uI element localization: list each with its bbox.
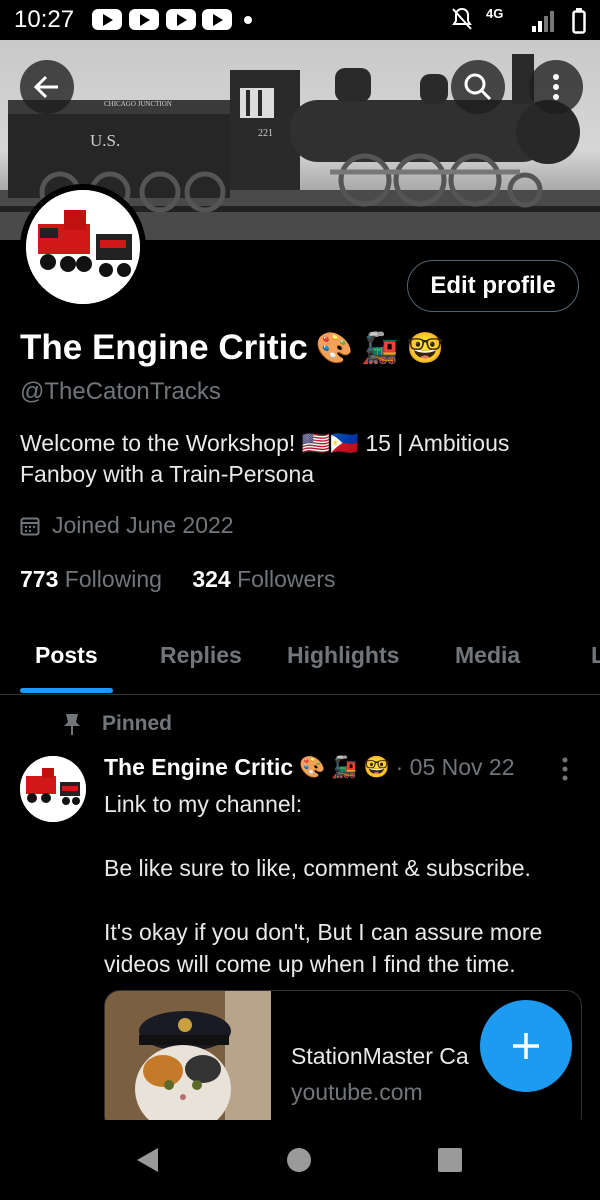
- post-text: Link to my channel: Be like sure to like…: [104, 788, 584, 980]
- arrow-left-icon: [33, 75, 58, 99]
- post-author-name[interactable]: The Engine Critic: [104, 754, 293, 781]
- post-date[interactable]: · 05 Nov 22: [396, 754, 515, 781]
- display-name: The Engine Critic: [20, 328, 308, 367]
- pin-icon: [64, 714, 80, 735]
- post-more-button[interactable]: [560, 756, 570, 787]
- tab-highlights[interactable]: Highlights: [287, 642, 399, 669]
- following-link[interactable]: 773 Following: [20, 566, 162, 592]
- artist-palette-emoji-icon: 🎨: [299, 755, 326, 779]
- tab-posts[interactable]: Posts: [35, 642, 98, 669]
- followers-link[interactable]: 324 Followers: [192, 566, 335, 592]
- tab-replies[interactable]: Replies: [160, 642, 242, 669]
- joined-date: Joined June 2022: [20, 512, 234, 539]
- status-bar: 10:27 4G: [0, 0, 600, 40]
- profile-bio: Welcome to the Workshop! 🇺🇸🇵🇭 15 | Ambit…: [20, 430, 510, 487]
- link-card-domain: youtube.com: [291, 1079, 423, 1105]
- nav-home-icon[interactable]: [286, 1147, 312, 1173]
- svg-text:U.S.: U.S.: [90, 131, 120, 150]
- tab-likes[interactable]: L: [591, 642, 600, 669]
- network-type: 4G: [486, 6, 504, 21]
- youtube-notification-icon: [202, 9, 232, 30]
- active-tab-indicator: [20, 688, 113, 693]
- back-button[interactable]: [20, 60, 74, 114]
- youtube-notification-icon: [166, 9, 196, 30]
- post-header: The Engine Critic 🎨 🚂 🤓 · 05 Nov 22: [104, 754, 515, 781]
- signal-icon: [532, 11, 554, 32]
- locomotive-emoji-icon: 🚂: [361, 331, 399, 365]
- follow-counts: 773 Following 324 Followers: [20, 566, 336, 593]
- notifications-muted-icon: [452, 7, 472, 30]
- nav-back-icon[interactable]: [134, 1146, 162, 1174]
- locomotive-emoji-icon: 🚂: [331, 755, 358, 779]
- search-icon: [464, 73, 492, 101]
- youtube-notification-icon: [129, 9, 159, 30]
- post-author-avatar[interactable]: [20, 756, 86, 822]
- svg-text:CHICAGO JUNCTION: CHICAGO JUNCTION: [104, 100, 172, 108]
- plus-icon: [513, 1033, 539, 1059]
- profile-handle: @TheCatonTracks: [20, 378, 221, 405]
- more-vertical-icon: [562, 757, 568, 781]
- search-button[interactable]: [451, 60, 505, 114]
- nav-recents-icon[interactable]: [437, 1147, 463, 1173]
- post-line: It's okay if you don't, But I can assure…: [104, 919, 543, 977]
- more-notifications-dot-icon: [244, 16, 252, 24]
- battery-icon: [572, 8, 586, 34]
- svg-text:221: 221: [258, 128, 273, 139]
- more-options-button[interactable]: [529, 60, 583, 114]
- youtube-notification-icon: [92, 9, 122, 30]
- profile-tabs: Posts Replies Highlights Media L: [0, 630, 600, 695]
- toy-train-avatar-image: [20, 756, 86, 822]
- edit-profile-button[interactable]: Edit profile: [407, 260, 579, 312]
- followers-label: Followers: [237, 566, 336, 592]
- link-card-title: StationMaster Ca: [291, 1043, 469, 1069]
- calendar-icon: [20, 517, 40, 535]
- post-line: Link to my channel:: [104, 791, 303, 817]
- profile-avatar[interactable]: [20, 184, 146, 310]
- pinned-label: Pinned: [102, 712, 173, 735]
- nerd-face-emoji-icon: 🤓: [363, 755, 390, 779]
- system-navigation-bar: [0, 1120, 600, 1200]
- artist-palette-emoji-icon: 🎨: [315, 331, 354, 365]
- post-line: Be like sure to like, comment & subscrib…: [104, 855, 531, 881]
- nerd-face-emoji-icon: 🤓: [406, 331, 444, 365]
- profile-name-row: The Engine Critic 🎨 🚂 🤓: [20, 328, 444, 368]
- pinned-indicator: Pinned: [62, 712, 172, 736]
- cat-stationmaster-thumbnail: [105, 991, 271, 1131]
- compose-post-button[interactable]: [480, 1000, 572, 1092]
- following-label: Following: [64, 566, 162, 592]
- joined-label: Joined June 2022: [52, 512, 234, 538]
- followers-count: 324: [192, 566, 231, 592]
- more-vertical-icon: [553, 74, 559, 100]
- tab-media[interactable]: Media: [455, 642, 520, 669]
- status-time: 10:27: [14, 6, 75, 33]
- following-count: 773: [20, 566, 59, 592]
- toy-train-avatar-image: [26, 190, 140, 304]
